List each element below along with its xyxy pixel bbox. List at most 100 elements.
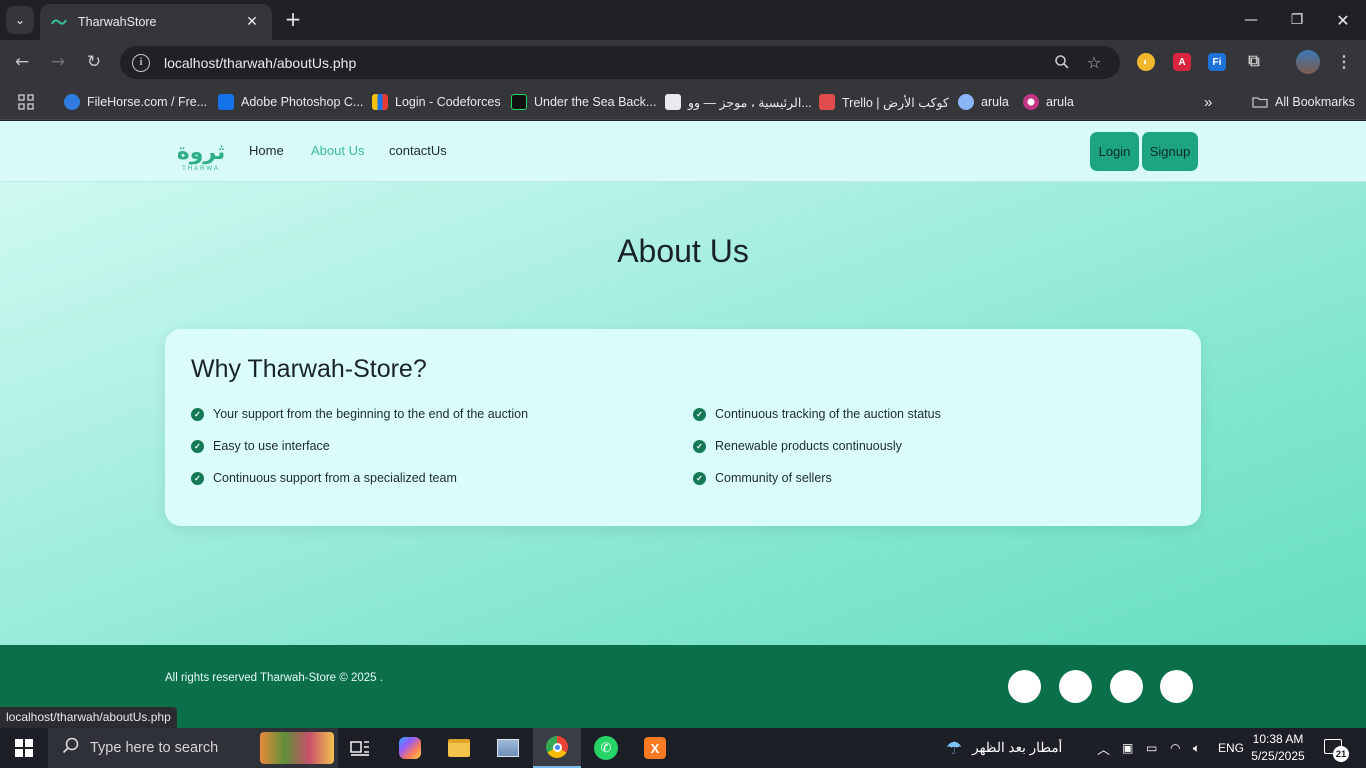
tab-search-button[interactable]: ⌄ <box>6 6 34 34</box>
bookmark-star-icon[interactable]: ☆ <box>1084 52 1104 72</box>
codeforces-icon <box>372 94 388 110</box>
bookmarks-bar: FileHorse.com / Fre... Adobe Photoshop C… <box>0 84 1366 120</box>
back-arrow-icon[interactable]: ← <box>8 48 36 76</box>
taskbar-search[interactable]: Type here to search <box>48 728 338 768</box>
search-icon <box>62 737 80 759</box>
bookmark-item[interactable]: Login - Codeforces <box>372 92 501 112</box>
search-highlight-image <box>260 732 334 764</box>
close-tab-icon[interactable]: ✕ <box>242 14 262 30</box>
browser-toolbar: ← → ↻ i localhost/tharwah/aboutUs.php ☆ … <box>0 40 1366 84</box>
weather-widget[interactable]: ☂ أمطار بعد الظهر <box>946 728 1062 768</box>
new-tab-button[interactable]: + <box>282 8 304 30</box>
minimize-icon[interactable]: — <box>1228 0 1274 40</box>
bookmark-item[interactable]: arula <box>1023 92 1074 112</box>
browser-tab[interactable]: TharwahStore ✕ <box>40 4 272 40</box>
nav-contact-us[interactable]: contactUs <box>389 143 447 158</box>
reload-icon[interactable]: ↻ <box>80 48 108 76</box>
feature-item: ✓ Continuous tracking of the auction sta… <box>693 407 941 421</box>
copilot-icon[interactable] <box>386 728 434 768</box>
extension-adobe-icon[interactable]: A <box>1173 53 1191 71</box>
site-logo[interactable]: ثروة THARWA <box>177 135 226 173</box>
check-circle-icon: ✓ <box>693 439 706 453</box>
feature-item: ✓ Your support from the beginning to the… <box>191 407 528 421</box>
logo-text: ثروة <box>178 140 224 165</box>
whatsapp-icon[interactable]: ✆ <box>582 728 630 768</box>
battery-icon[interactable]: ▭ <box>1146 728 1157 768</box>
bookmark-label: Trello | كوكب الأرض <box>842 95 949 110</box>
instagram-icon[interactable]: ◎ <box>1110 670 1143 703</box>
feature-item: ✓ Renewable products continuously <box>693 439 902 453</box>
site-info-icon[interactable]: i <box>132 53 150 72</box>
task-view-icon[interactable] <box>336 728 384 768</box>
close-window-icon[interactable]: ✕ <box>1320 0 1366 40</box>
site-navbar: ثروة THARWA Home About Us contactUs Logi… <box>0 121 1366 182</box>
show-hidden-icons-chevron-icon[interactable]: ︿ <box>1097 728 1110 768</box>
facebook-icon[interactable]: f <box>1008 670 1041 703</box>
address-url[interactable]: localhost/tharwah/aboutUs.php <box>164 55 356 71</box>
feature-item: ✓ Continuous support from a specialized … <box>191 471 457 485</box>
page-viewport: ثروة THARWA Home About Us contactUs Logi… <box>0 121 1366 728</box>
nav-about-us[interactable]: About Us <box>311 143 364 158</box>
wifi-icon[interactable]: ◠ <box>1170 728 1180 768</box>
bookmarks-overflow-icon[interactable]: » <box>1204 92 1212 112</box>
google-icon[interactable]: G <box>1160 670 1193 703</box>
bookmark-site-icon <box>1023 94 1039 110</box>
link-status-tooltip: localhost/tharwah/aboutUs.php <box>0 707 177 728</box>
feature-text: Your support from the beginning to the e… <box>213 407 529 421</box>
taskbar-clock[interactable]: 10:38 AM 5/25/2025 <box>1240 731 1316 765</box>
check-circle-icon: ✓ <box>191 439 204 453</box>
all-bookmarks-button[interactable]: All Bookmarks <box>1252 92 1355 112</box>
all-bookmarks-label: All Bookmarks <box>1275 95 1355 109</box>
filehorse-icon <box>64 94 80 110</box>
bookmark-item[interactable]: الرئيسية ، موجز — وو... <box>665 92 812 112</box>
feature-text: Renewable products continuously <box>715 439 902 453</box>
login-button[interactable]: Login <box>1090 132 1139 171</box>
weather-text: أمطار بعد الظهر <box>972 740 1063 755</box>
bookmark-item[interactable]: Under the Sea Back... <box>511 92 656 112</box>
bookmark-item[interactable]: Adobe Photoshop C... <box>218 92 363 112</box>
feature-text: Continuous tracking of the auction statu… <box>715 407 941 421</box>
file-explorer-icon[interactable] <box>435 728 483 768</box>
xampp-icon[interactable]: X <box>631 728 679 768</box>
bookmark-label: Under the Sea Back... <box>534 95 657 109</box>
zoom-icon[interactable] <box>1052 52 1072 72</box>
bookmark-item[interactable]: FileHorse.com / Fre... <box>64 92 207 112</box>
twitter-icon[interactable]: t <box>1059 670 1092 703</box>
forward-arrow-icon[interactable]: → <box>44 48 72 76</box>
bookmark-label: arula <box>981 95 1009 109</box>
profile-avatar[interactable] <box>1296 50 1320 74</box>
check-circle-icon: ✓ <box>693 471 706 485</box>
nav-home[interactable]: Home <box>249 143 284 158</box>
menu-kebab-icon[interactable]: ⋮ <box>1335 53 1353 71</box>
copyright-text: All rights reserved Tharwah-Store © 2025… <box>165 672 383 684</box>
taskbar-search-placeholder: Type here to search <box>90 740 219 756</box>
bookmark-label: FileHorse.com / Fre... <box>87 95 208 109</box>
meet-camera-icon[interactable]: ▣ <box>1122 728 1133 768</box>
windows-start-icon[interactable] <box>0 728 48 768</box>
clock-date: 5/25/2025 <box>1251 749 1305 763</box>
check-circle-icon: ✓ <box>191 407 204 421</box>
extension-fi-icon[interactable]: Fi <box>1208 53 1226 71</box>
extension-colorful-icon[interactable]: ◐ <box>1137 53 1155 71</box>
chevron-down-icon: ⌄ <box>14 13 26 27</box>
bookmark-label: Adobe Photoshop C... <box>241 95 364 109</box>
feature-item: ✓ Community of sellers <box>693 471 832 485</box>
bookmark-label: الرئيسية ، موجز — وو... <box>688 95 812 110</box>
chrome-icon[interactable] <box>533 728 581 768</box>
bookmark-item[interactable]: Trello | كوكب الأرض <box>819 92 949 112</box>
page-title: About Us <box>617 233 749 269</box>
trello-icon <box>819 94 835 110</box>
extensions-puzzle-icon[interactable]: ⧉ <box>1245 53 1263 71</box>
apps-grid-icon[interactable] <box>18 92 34 112</box>
address-bar[interactable]: i localhost/tharwah/aboutUs.php ☆ <box>120 46 1120 79</box>
tharwa-favicon-icon <box>50 13 68 31</box>
notification-center-icon[interactable]: 21 <box>1324 728 1349 768</box>
bookmark-label: arula <box>1046 95 1074 109</box>
restore-icon[interactable]: ❐ <box>1274 0 1320 40</box>
check-circle-icon: ✓ <box>191 471 204 485</box>
bookmark-item[interactable]: arula <box>958 92 1009 112</box>
bookmark-site-icon <box>665 94 681 110</box>
photos-app-icon[interactable] <box>484 728 532 768</box>
volume-icon[interactable]: 🔈︎ <box>1193 728 1200 768</box>
signup-button[interactable]: Signup <box>1142 132 1198 171</box>
